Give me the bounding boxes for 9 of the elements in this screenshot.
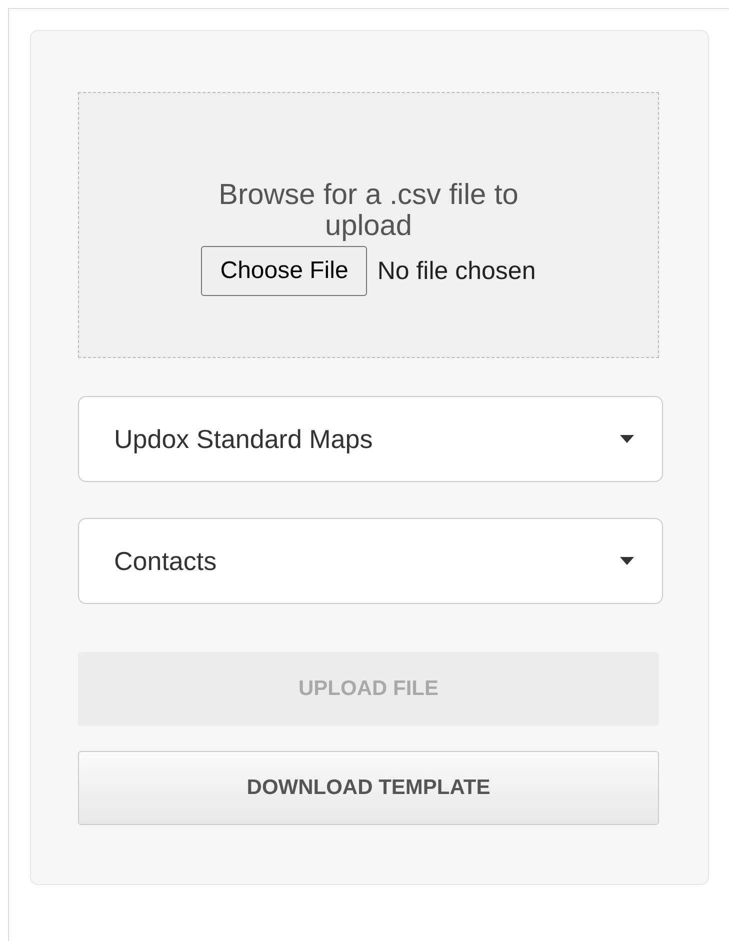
download-button[interactable]: DOWNLOAD TEMPLATE bbox=[78, 751, 659, 825]
dropdown-select[interactable]: Updox Standard Maps bbox=[78, 396, 663, 482]
upload-dropzone[interactable]: Browse for a .csv file to upload Choose File No file chosen bbox=[78, 92, 659, 358]
caret-icon bbox=[620, 435, 634, 443]
upload-prompt: Browse for a .csv file to upload bbox=[218, 180, 520, 242]
caret-icon bbox=[620, 557, 634, 565]
file-status: No file chosen bbox=[377, 256, 536, 286]
dropdown-select[interactable]: Contacts bbox=[78, 518, 663, 604]
choose-file-button[interactable]: Choose File bbox=[201, 246, 368, 296]
